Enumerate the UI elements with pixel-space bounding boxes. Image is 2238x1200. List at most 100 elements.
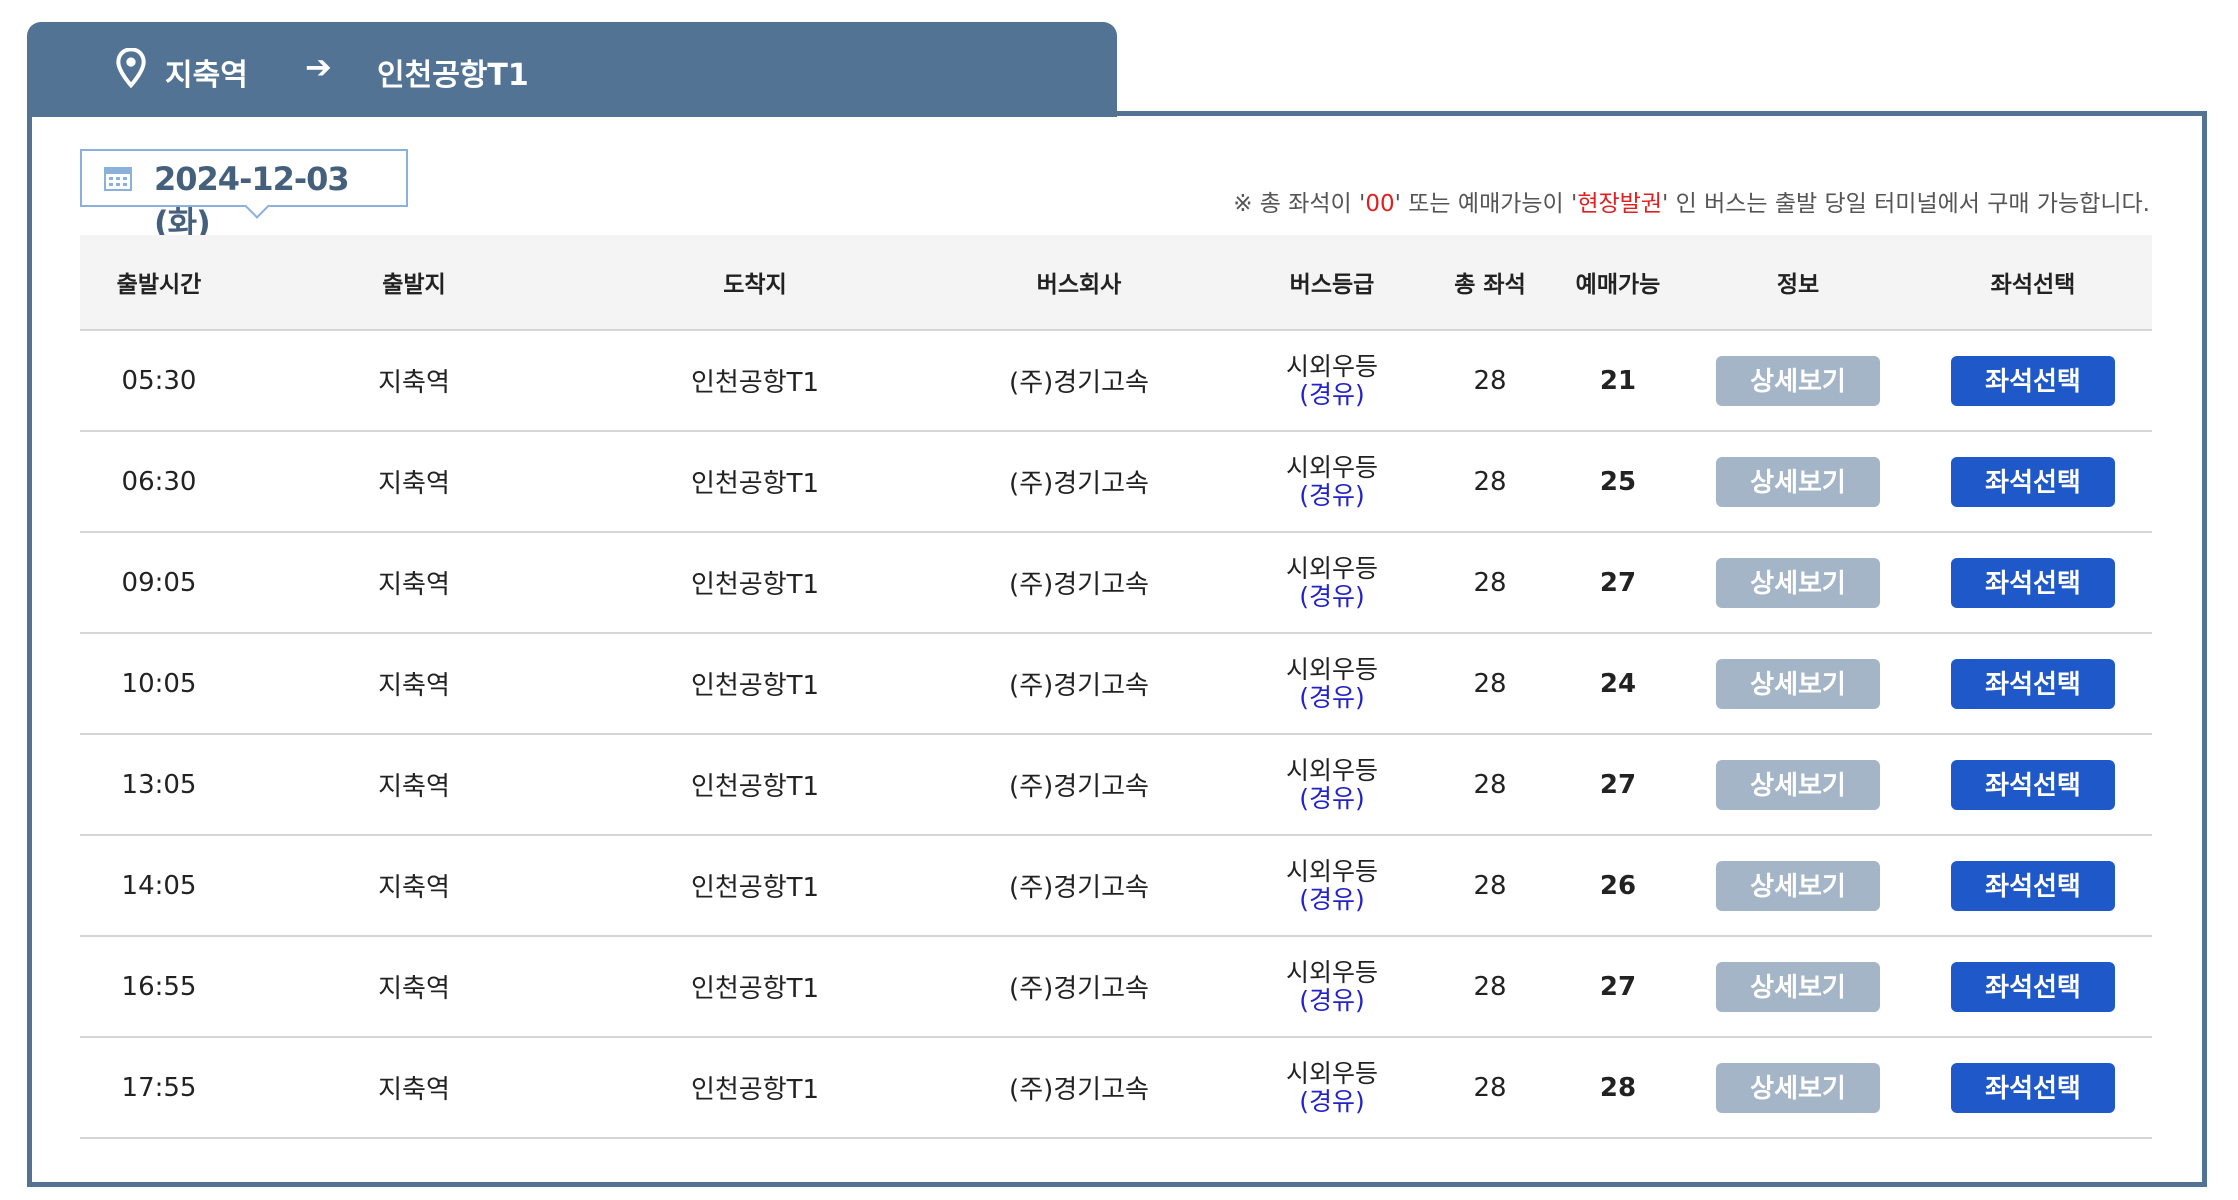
calendar-icon: [104, 167, 132, 191]
detail-button[interactable]: 상세보기: [1716, 658, 1880, 709]
destination: 인천공항T1: [590, 532, 920, 634]
departure-time: 14:05: [80, 835, 238, 937]
origin: 지축역: [238, 1037, 590, 1139]
detail-button[interactable]: 상세보기: [1716, 860, 1880, 911]
bus-grade: 시외우등 (경유): [1238, 936, 1426, 1038]
detail-button[interactable]: 상세보기: [1716, 961, 1880, 1012]
info-cell: 상세보기: [1682, 1037, 1914, 1139]
origin: 지축역: [238, 734, 590, 836]
origin: 지축역: [238, 532, 590, 634]
bus-schedule-table: 출발시간 출발지 도착지 버스회사 버스등급 총 좌석 예매가능 정보 좌석선택…: [80, 235, 2152, 1139]
table-row: 09:05 지축역 인천공항T1 (주)경기고속 시외우등 (경유) 28 27 상세보기 좌석선…: [80, 532, 2152, 634]
grade-label: 시외우등: [1285, 856, 1378, 886]
info-cell: 상세보기: [1682, 734, 1914, 836]
bus-company: (주)경기고속: [920, 835, 1238, 937]
seat-select-cell: 좌석선택: [1914, 431, 2152, 533]
bus-company: (주)경기고속: [920, 734, 1238, 836]
departure-time: 10:05: [80, 633, 238, 735]
select-seat-button[interactable]: 좌석선택: [1951, 355, 2115, 406]
total-seats: 28: [1426, 431, 1554, 533]
detail-button[interactable]: 상세보기: [1716, 557, 1880, 608]
bus-grade: 시외우등 (경유): [1238, 1037, 1426, 1139]
info-cell: 상세보기: [1682, 431, 1914, 533]
bus-grade: 시외우등 (경유): [1238, 734, 1426, 836]
detail-button[interactable]: 상세보기: [1716, 355, 1880, 406]
bus-grade: 시외우등 (경유): [1238, 431, 1426, 533]
bus-grade: 시외우등 (경유): [1238, 835, 1426, 937]
detail-button[interactable]: 상세보기: [1716, 759, 1880, 810]
available-seats: 27: [1554, 734, 1682, 836]
destination: 인천공항T1: [590, 330, 920, 432]
seat-select-cell: 좌석선택: [1914, 532, 2152, 634]
table-row: 17:55 지축역 인천공항T1 (주)경기고속 시외우등 (경유) 28 28 상세보기 좌석선…: [80, 1037, 2152, 1139]
seat-select-cell: 좌석선택: [1914, 330, 2152, 432]
origin: 지축역: [238, 431, 590, 533]
total-seats: 28: [1426, 330, 1554, 432]
header-info: 정보: [1682, 235, 1914, 331]
grade-label: 시외우등: [1285, 351, 1378, 381]
bus-company: (주)경기고속: [920, 936, 1238, 1038]
map-pin-icon: [116, 48, 146, 88]
grade-route-type: (경유): [1299, 379, 1365, 409]
detail-button[interactable]: 상세보기: [1716, 456, 1880, 507]
bus-grade: 시외우등 (경유): [1238, 633, 1426, 735]
select-seat-button[interactable]: 좌석선택: [1951, 759, 2115, 810]
destination: 인천공항T1: [590, 1037, 920, 1139]
origin: 지축역: [238, 936, 590, 1038]
detail-button[interactable]: 상세보기: [1716, 1062, 1880, 1113]
departure-time: 09:05: [80, 532, 238, 634]
grade-label: 시외우등: [1285, 452, 1378, 482]
available-seats: 27: [1554, 532, 1682, 634]
available-seats: 28: [1554, 1037, 1682, 1139]
total-seats: 28: [1426, 633, 1554, 735]
header-departure-time: 출발시간: [80, 235, 238, 331]
header-bus-grade: 버스등급: [1238, 235, 1426, 331]
select-seat-button[interactable]: 좌석선택: [1951, 961, 2115, 1012]
departure-time: 05:30: [80, 330, 238, 432]
select-seat-button[interactable]: 좌석선택: [1951, 456, 2115, 507]
grade-label: 시외우등: [1285, 957, 1378, 987]
grade-route-type: (경유): [1299, 682, 1365, 712]
header-origin: 출발지: [238, 235, 590, 331]
header-available-seats: 예매가능: [1554, 235, 1682, 331]
available-seats: 27: [1554, 936, 1682, 1038]
select-seat-button[interactable]: 좌석선택: [1951, 1062, 2115, 1113]
selected-date: 2024-12-03 (화): [154, 160, 350, 242]
table-row: 14:05 지축역 인천공항T1 (주)경기고속 시외우등 (경유) 28 26 상세보기 좌석선…: [80, 835, 2152, 937]
departure-time: 17:55: [80, 1037, 238, 1139]
table-row: 10:05 지축역 인천공항T1 (주)경기고속 시외우등 (경유) 28 24 상세보기 좌석선…: [80, 633, 2152, 735]
seat-select-cell: 좌석선택: [1914, 1037, 2152, 1139]
bus-company: (주)경기고속: [920, 431, 1238, 533]
route-destination: 인천공항T1: [377, 58, 529, 93]
destination: 인천공항T1: [590, 633, 920, 735]
select-seat-button[interactable]: 좌석선택: [1951, 860, 2115, 911]
seat-select-cell: 좌석선택: [1914, 734, 2152, 836]
seat-select-cell: 좌석선택: [1914, 835, 2152, 937]
header-total-seats: 총 좌석: [1426, 235, 1554, 331]
bus-company: (주)경기고속: [920, 1037, 1238, 1139]
grade-route-type: (경유): [1299, 985, 1365, 1015]
bus-grade: 시외우등 (경유): [1238, 532, 1426, 634]
grade-route-type: (경유): [1299, 581, 1365, 611]
destination: 인천공항T1: [590, 835, 920, 937]
select-seat-button[interactable]: 좌석선택: [1951, 557, 2115, 608]
destination: 인천공항T1: [590, 431, 920, 533]
destination: 인천공항T1: [590, 936, 920, 1038]
grade-route-type: (경유): [1299, 480, 1365, 510]
date-selector[interactable]: 2024-12-03 (화): [80, 149, 408, 242]
seat-select-cell: 좌석선택: [1914, 633, 2152, 735]
select-seat-button[interactable]: 좌석선택: [1951, 658, 2115, 709]
bus-company: (주)경기고속: [920, 532, 1238, 634]
available-seats: 21: [1554, 330, 1682, 432]
origin: 지축역: [238, 835, 590, 937]
table-row: 06:30 지축역 인천공항T1 (주)경기고속 시외우등 (경유) 28 25 상세보기 좌석선…: [80, 431, 2152, 533]
grade-label: 시외우등: [1285, 654, 1378, 684]
info-cell: 상세보기: [1682, 330, 1914, 432]
departure-time: 13:05: [80, 734, 238, 836]
total-seats: 28: [1426, 835, 1554, 937]
seat-select-cell: 좌석선택: [1914, 936, 2152, 1038]
grade-label: 시외우등: [1285, 755, 1378, 785]
departure-time: 06:30: [80, 431, 238, 533]
total-seats: 28: [1426, 532, 1554, 634]
info-cell: 상세보기: [1682, 633, 1914, 735]
